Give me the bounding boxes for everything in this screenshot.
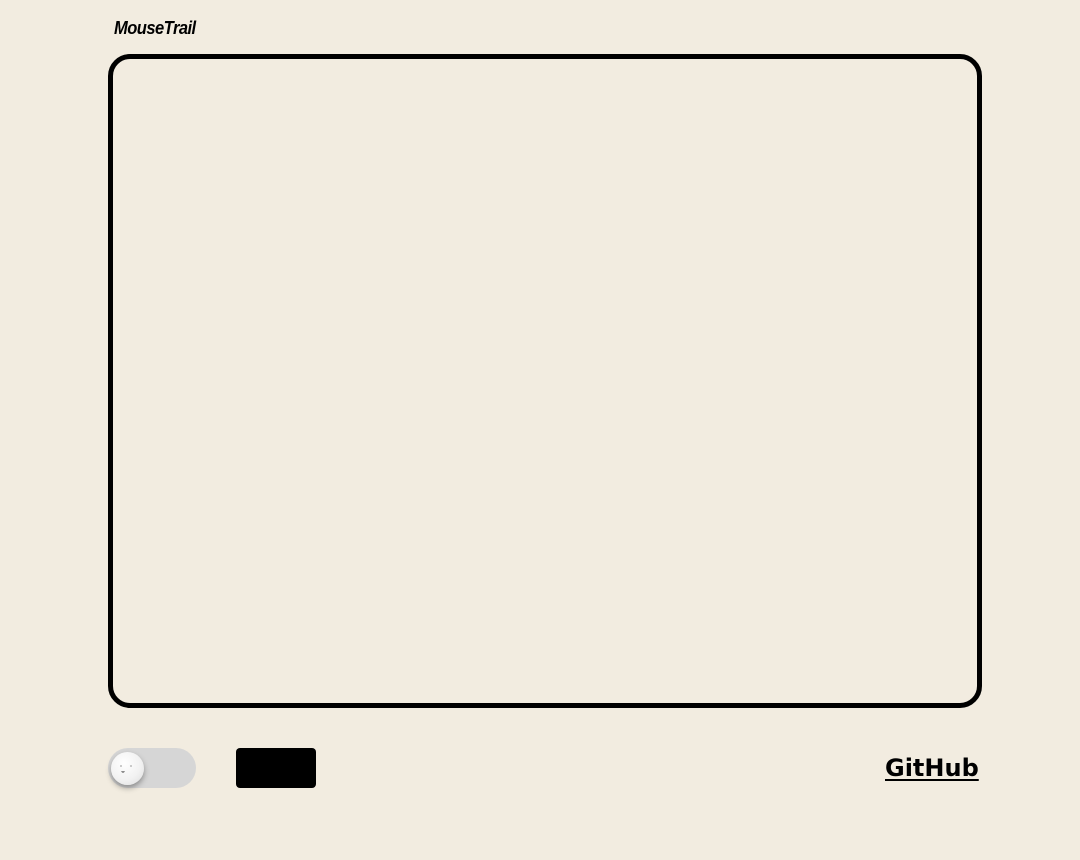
github-link[interactable]: GitHub <box>885 754 979 782</box>
app-title: MouseTrail <box>114 18 196 38</box>
trail-canvas[interactable] <box>108 54 982 708</box>
theme-toggle[interactable] <box>108 748 196 788</box>
action-button[interactable] <box>236 748 316 788</box>
sleepy-face-icon <box>120 765 132 773</box>
toggle-knob[interactable] <box>111 752 144 785</box>
